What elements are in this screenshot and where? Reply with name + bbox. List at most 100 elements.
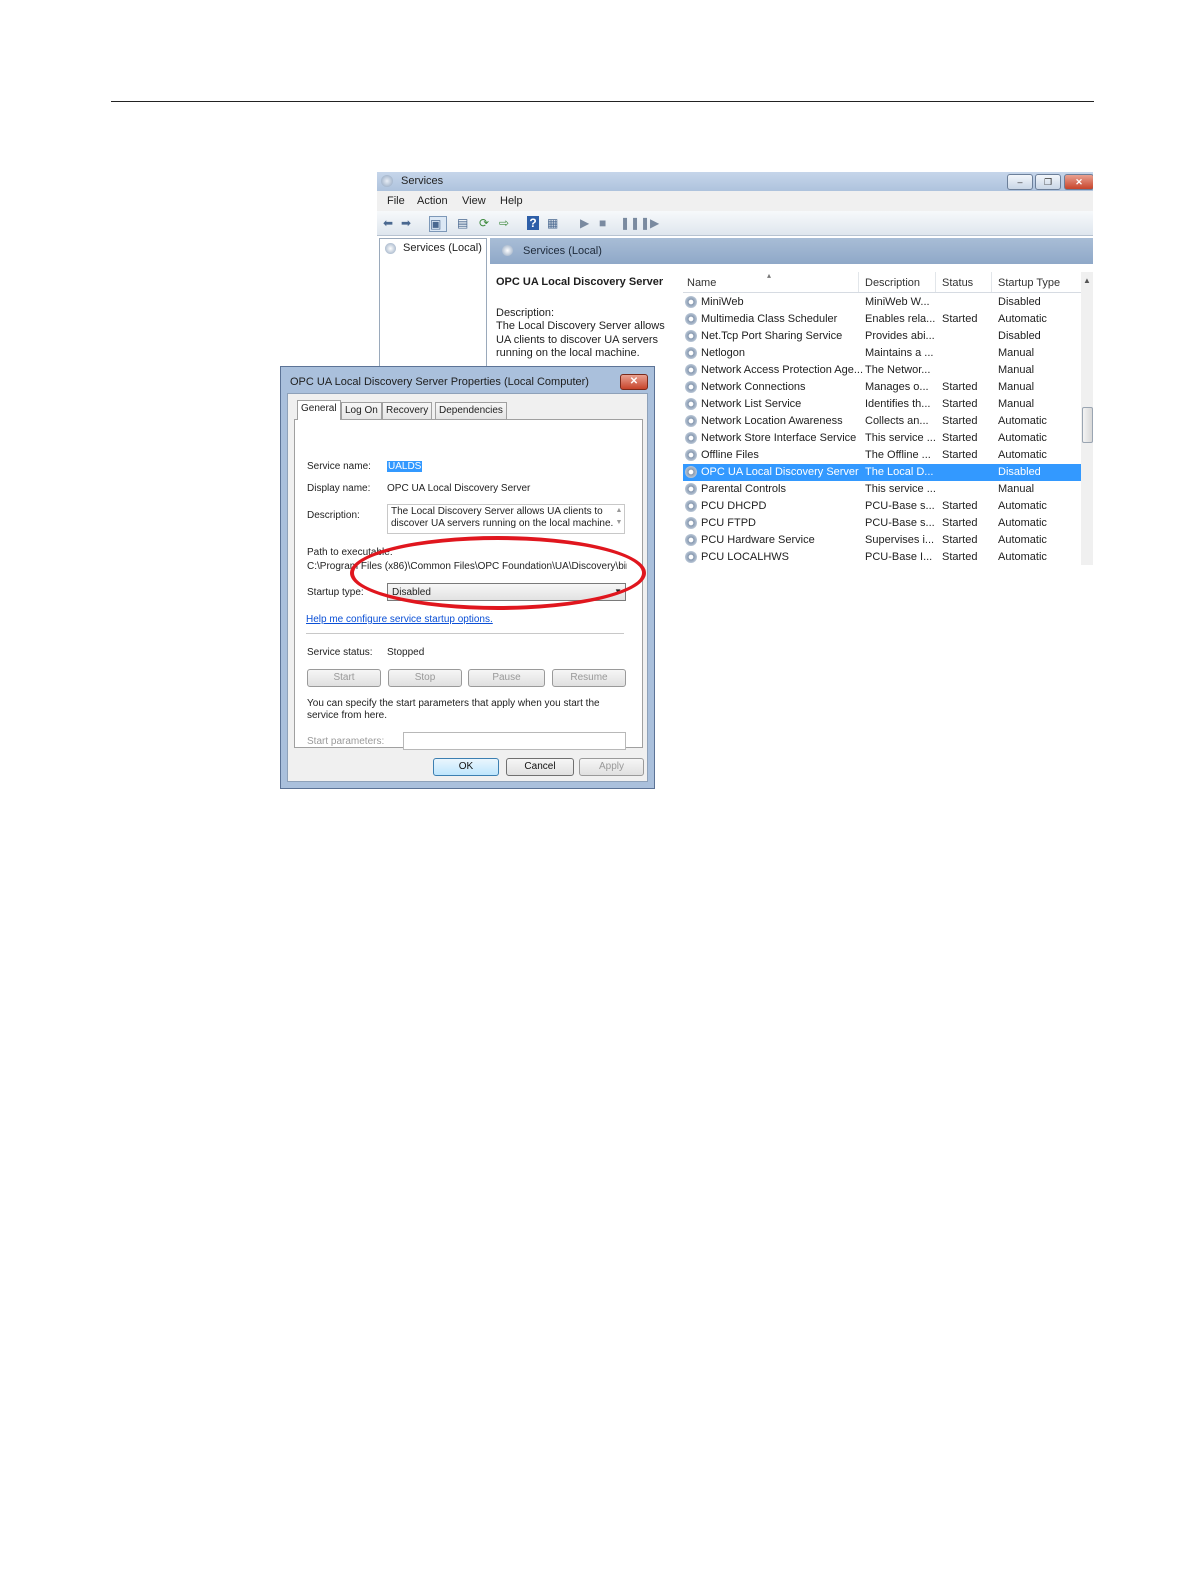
table-row[interactable]: Network Access Protection Age... The Netw… xyxy=(683,362,1081,379)
dialog-title: OPC UA Local Discovery Server Properties… xyxy=(290,376,589,388)
table-row[interactable]: Parental Controls This service ... Manual xyxy=(683,481,1081,498)
row-description: The Networ... xyxy=(865,364,931,376)
service-gear-icon xyxy=(685,483,697,495)
pause-button[interactable]: Pause xyxy=(468,669,545,687)
column-name[interactable]: Name xyxy=(687,277,716,289)
start-parameters-input[interactable] xyxy=(403,732,626,750)
refresh-icon[interactable]: ⟳ xyxy=(479,216,489,230)
table-row[interactable]: Network Connections Manages o... Started Ma… xyxy=(683,379,1081,396)
forward-arrow-icon[interactable]: ➡ xyxy=(401,216,411,230)
description-scroll-icon[interactable]: ▲ ▼ xyxy=(614,505,624,533)
table-row[interactable]: Network Location Awareness Collects an...… xyxy=(683,413,1081,430)
table-row[interactable]: Multimedia Class Scheduler Enables rela..… xyxy=(683,311,1081,328)
row-startup-type: Manual xyxy=(998,381,1035,393)
row-name: PCU LOCALHWS xyxy=(701,551,790,563)
list-header: Name ▴ Description Status Startup Type xyxy=(683,271,1081,293)
row-status: Started xyxy=(942,534,978,546)
services-list: Name ▴ Description Status Startup Type M… xyxy=(683,271,1093,565)
scroll-thumb[interactable] xyxy=(1082,407,1093,443)
row-startup-type: Manual xyxy=(998,398,1035,410)
show-tree-icon[interactable]: ▣ xyxy=(429,216,447,232)
column-description[interactable]: Description xyxy=(865,277,920,289)
table-row[interactable]: PCU DHCPD PCU-Base s... Started Automatic xyxy=(683,498,1081,515)
service-gear-icon xyxy=(685,466,697,478)
service-name-label: Service name: xyxy=(307,461,371,472)
menu-view[interactable]: View xyxy=(462,195,486,207)
help-icon[interactable]: ? xyxy=(527,216,539,230)
row-name: Network Store Interface Service xyxy=(701,432,857,444)
extended-description: OPC UA Local Discovery Server Descriptio… xyxy=(496,276,676,361)
description-field[interactable]: The Local Discovery Server allows UA cli… xyxy=(387,504,625,534)
row-startup-type: Disabled xyxy=(998,330,1041,342)
table-row[interactable]: Netlogon Maintains a ... Manual xyxy=(683,345,1081,362)
display-name-label: Display name: xyxy=(307,483,371,494)
column-startup-type[interactable]: Startup Type xyxy=(998,277,1060,289)
properties-icon[interactable]: ▤ xyxy=(457,216,468,230)
table-row[interactable]: PCU FTPD PCU-Base s... Started Automatic xyxy=(683,515,1081,532)
row-status: Started xyxy=(942,381,978,393)
row-startup-type: Manual xyxy=(998,483,1035,495)
pane-title: Services (Local) xyxy=(523,245,602,257)
table-row[interactable]: Offline Files The Offline ... Started Autom… xyxy=(683,447,1081,464)
row-description: MiniWeb W... xyxy=(865,296,930,308)
menu-action[interactable]: Action xyxy=(417,195,448,207)
table-row[interactable]: PCU Hardware Service Supervises i... Start… xyxy=(683,532,1081,549)
row-description: Supervises i... xyxy=(865,534,935,546)
service-gear-icon xyxy=(685,398,697,410)
row-description: Identifies th... xyxy=(865,398,931,410)
resume-icon[interactable]: ❚▶ xyxy=(640,216,659,230)
row-status: Started xyxy=(942,398,978,410)
table-row[interactable]: OPC UA Local Discovery Server The Local D… xyxy=(683,464,1081,481)
row-startup-type: Automatic xyxy=(998,500,1047,512)
service-name-value[interactable]: UALDS xyxy=(387,461,423,472)
table-row[interactable]: Network List Service Identifies th... Star… xyxy=(683,396,1081,413)
table-row[interactable]: Net.Tcp Port Sharing Service Provides abi… xyxy=(683,328,1081,345)
close-icon[interactable]: ✕ xyxy=(1064,174,1093,190)
tab-recovery[interactable]: Recovery xyxy=(382,402,433,419)
pause-icon[interactable]: ❚❚ xyxy=(620,216,640,230)
row-startup-type: Automatic xyxy=(998,449,1047,461)
start-button[interactable]: Start xyxy=(307,669,381,687)
vertical-scrollbar[interactable]: ▲ xyxy=(1081,272,1093,565)
help-configure-link[interactable]: Help me configure service startup option… xyxy=(306,614,493,625)
play-icon[interactable]: ▶ xyxy=(580,216,589,230)
row-startup-type: Disabled xyxy=(998,466,1041,478)
apply-button[interactable]: Apply xyxy=(579,758,644,776)
stop-icon[interactable]: ■ xyxy=(599,216,606,230)
resume-button[interactable]: Resume xyxy=(552,669,626,687)
row-name: Multimedia Class Scheduler xyxy=(701,313,838,325)
restore-icon[interactable]: ❐ xyxy=(1035,174,1061,190)
pane-header: Services (Local) xyxy=(490,238,1093,264)
sort-ascending-icon: ▴ xyxy=(767,271,772,280)
minimize-icon[interactable]: – xyxy=(1007,174,1033,190)
export-list-icon[interactable]: ⇨ xyxy=(499,216,509,230)
cancel-button[interactable]: Cancel xyxy=(506,758,574,776)
row-name: Network List Service xyxy=(701,398,802,410)
tab-dependencies[interactable]: Dependencies xyxy=(435,402,507,419)
row-name: Offline Files xyxy=(701,449,759,461)
display-name-value[interactable]: OPC UA Local Discovery Server xyxy=(387,483,530,494)
service-gear-icon xyxy=(685,449,697,461)
table-row[interactable]: PCU LOCALHWS PCU-Base I... Started Automati… xyxy=(683,549,1081,565)
scroll-up-icon[interactable]: ▲ xyxy=(1083,276,1091,285)
row-startup-type: Automatic xyxy=(998,517,1047,529)
tab-log-on[interactable]: Log On xyxy=(341,402,382,419)
menu-file[interactable]: File xyxy=(387,195,405,207)
stop-button[interactable]: Stop xyxy=(388,669,462,687)
tab-general[interactable]: General xyxy=(297,400,341,420)
row-startup-type: Automatic xyxy=(998,432,1047,444)
table-row[interactable]: MiniWeb MiniWeb W... Disabled xyxy=(683,294,1081,311)
menu-help[interactable]: Help xyxy=(500,195,523,207)
ok-button[interactable]: OK xyxy=(433,758,499,776)
selected-service-name: OPC UA Local Discovery Server xyxy=(496,276,664,288)
row-name: PCU FTPD xyxy=(701,517,756,529)
row-description: Manages o... xyxy=(865,381,929,393)
close-icon[interactable]: ✕ xyxy=(620,374,648,390)
tree-item-services-local[interactable]: Services (Local) xyxy=(403,242,482,254)
back-arrow-icon[interactable]: ⬅ xyxy=(383,216,393,230)
table-row[interactable]: Network Store Interface Service This serv… xyxy=(683,430,1081,447)
view-icon[interactable]: ▦ xyxy=(547,216,558,230)
row-description: This service ... xyxy=(865,483,936,495)
column-status[interactable]: Status xyxy=(942,277,973,289)
toolbar: ⬅ ➡ ▣ ▤ ⟳ ⇨ ? ▦ ▶ ■ ❚❚ ❚▶ xyxy=(377,211,1093,236)
